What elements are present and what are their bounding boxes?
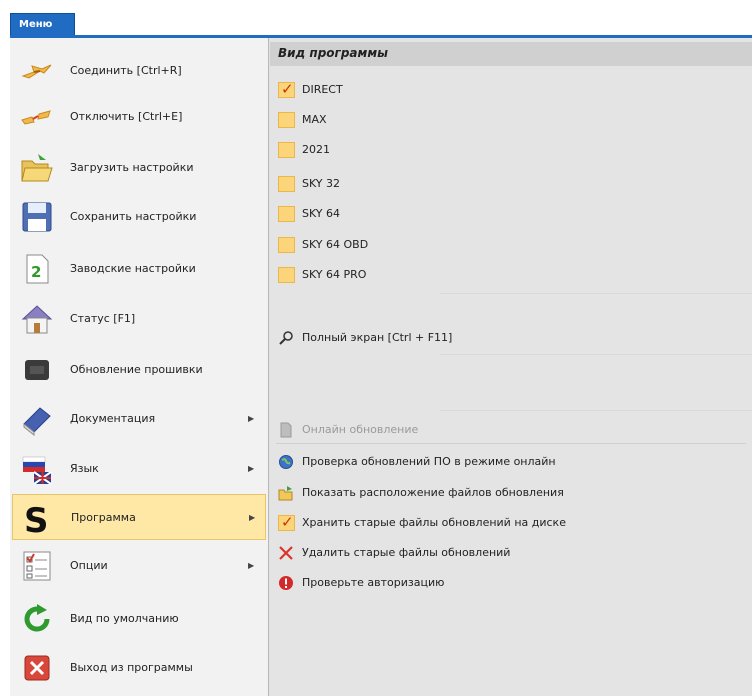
menu-item-label: Язык xyxy=(70,462,99,475)
online-update-item: Онлайн обновление xyxy=(276,418,746,442)
view-option-2021[interactable]: 2021 xyxy=(276,138,746,162)
reset-view-icon xyxy=(20,602,54,636)
checkbox xyxy=(278,206,295,222)
language-flags-icon xyxy=(20,452,54,486)
section-header-title: Вид программы xyxy=(278,46,388,60)
checkmark-icon: ✓ xyxy=(281,513,294,531)
separator xyxy=(276,443,746,444)
open-folder-icon xyxy=(20,151,54,185)
checkbox xyxy=(278,142,295,158)
checkbox xyxy=(278,267,295,283)
menu-item-language[interactable]: Язык ▶ xyxy=(12,446,266,492)
svg-text:2: 2 xyxy=(31,263,41,281)
menu-item-factory-settings[interactable]: 2 Заводские настройки xyxy=(12,246,266,292)
program-s-icon: S xyxy=(21,501,55,541)
red-x-icon xyxy=(278,545,294,561)
fullscreen-item[interactable]: Полный экран [Ctrl + F11] xyxy=(276,326,746,350)
check-updates-online-item[interactable]: Проверка обновлений ПО в режиме онлайн xyxy=(276,450,746,474)
globe-icon xyxy=(278,454,294,470)
menu-item-disconnect[interactable]: Отключить [Ctrl+E] xyxy=(12,94,266,140)
menu-item-default-view[interactable]: Вид по умолчанию xyxy=(12,596,266,642)
menu-item-program[interactable]: S Программа ▶ xyxy=(12,494,266,541)
magnifier-icon xyxy=(278,330,294,346)
menu-item-label: Соединить [Ctrl+R] xyxy=(70,64,182,77)
menu-item-label: Вид по умолчанию xyxy=(70,612,179,625)
menu-item-label: Загрузить настройки xyxy=(70,161,194,174)
menu-item-exit[interactable]: Выход из программы xyxy=(12,645,266,691)
exit-icon xyxy=(20,651,54,685)
menu-item-label: Отключить [Ctrl+E] xyxy=(70,110,183,123)
check-authorization-label: Проверьте авторизацию xyxy=(302,576,445,589)
home-icon xyxy=(20,302,54,336)
delete-old-updates-item[interactable]: Удалить старые файлы обновлений xyxy=(276,541,746,565)
menu-item-label: Документация xyxy=(70,412,156,425)
separator xyxy=(440,354,752,355)
menu-item-load-settings[interactable]: Загрузить настройки xyxy=(12,145,266,191)
separator xyxy=(440,410,752,411)
menu-item-options[interactable]: Опции ▶ xyxy=(12,543,266,589)
view-option-label: 2021 xyxy=(302,143,330,156)
checkbox: ✓ xyxy=(278,80,295,98)
menu-tab[interactable]: Меню xyxy=(10,13,75,35)
view-option-label: SKY 64 OBD xyxy=(302,238,369,251)
menu-item-label: Опции xyxy=(70,559,108,572)
document-icon xyxy=(278,422,294,438)
factory-reset-icon: 2 xyxy=(20,252,54,286)
menu-item-status[interactable]: Статус [F1] xyxy=(12,296,266,342)
menu-item-documentation[interactable]: Документация ▶ xyxy=(12,396,266,442)
alert-icon xyxy=(278,575,294,591)
view-option-label: SKY 64 xyxy=(302,207,341,220)
floppy-disk-icon xyxy=(20,200,54,234)
checkbox xyxy=(278,237,295,253)
checkbox xyxy=(278,112,295,128)
submenu-arrow-icon: ▶ xyxy=(249,513,256,522)
submenu-arrow-icon: ▶ xyxy=(248,561,255,570)
view-option-sky64-obd[interactable]: SKY 64 OBD xyxy=(276,233,746,257)
checkmark-icon: ✓ xyxy=(281,80,294,98)
menu-item-connect[interactable]: Соединить [Ctrl+R] xyxy=(12,48,266,94)
connect-plug-icon xyxy=(20,54,54,88)
menu-item-label: Обновление прошивки xyxy=(70,363,203,376)
view-option-max[interactable]: MAX xyxy=(276,108,746,132)
checkbox xyxy=(278,176,295,192)
menu-item-label: Выход из программы xyxy=(70,661,193,674)
keep-old-updates-label: Хранить старые файлы обновлений на диске xyxy=(302,516,566,529)
submenu-arrow-icon: ▶ xyxy=(248,464,255,473)
view-option-label: MAX xyxy=(302,113,327,126)
firmware-chip-icon xyxy=(20,353,54,387)
menu-item-firmware-update[interactable]: Обновление прошивки xyxy=(12,347,266,393)
check-authorization-item[interactable]: Проверьте авторизацию xyxy=(276,571,746,595)
view-option-sky64[interactable]: SKY 64 xyxy=(276,202,746,226)
menu-item-label: Сохранить настройки xyxy=(70,210,197,223)
book-icon xyxy=(20,402,54,437)
menu-item-label: Заводские настройки xyxy=(70,262,196,275)
view-option-label: DIRECT xyxy=(302,83,343,96)
right-panel xyxy=(270,38,752,696)
menu-item-label: Программа xyxy=(71,511,136,524)
view-option-sky32[interactable]: SKY 32 xyxy=(276,172,746,196)
fullscreen-label: Полный экран [Ctrl + F11] xyxy=(302,331,453,344)
separator xyxy=(440,293,752,294)
submenu-arrow-icon: ▶ xyxy=(248,414,255,423)
view-option-label: SKY 32 xyxy=(302,177,341,190)
section-header: Вид программы xyxy=(270,42,752,66)
top-strip xyxy=(0,0,752,10)
check-updates-label: Проверка обновлений ПО в режиме онлайн xyxy=(302,455,556,468)
view-option-sky64-pro[interactable]: SKY 64 PRO xyxy=(276,263,746,287)
view-option-direct[interactable]: ✓ DIRECT xyxy=(276,78,746,102)
delete-old-updates-label: Удалить старые файлы обновлений xyxy=(302,546,511,559)
view-option-label: SKY 64 PRO xyxy=(302,268,367,281)
online-update-label: Онлайн обновление xyxy=(302,423,419,436)
keep-old-updates-item[interactable]: ✓ Хранить старые файлы обновлений на дис… xyxy=(276,511,746,535)
menu-item-save-settings[interactable]: Сохранить настройки xyxy=(12,194,266,240)
disconnect-plug-icon xyxy=(20,100,54,134)
folder-arrow-icon xyxy=(278,485,294,501)
show-update-files-item[interactable]: Показать расположение файлов обновления xyxy=(276,481,746,505)
options-checklist-icon xyxy=(20,549,54,583)
menu-item-label: Статус [F1] xyxy=(70,312,136,325)
show-update-files-label: Показать расположение файлов обновления xyxy=(302,486,564,499)
checkbox: ✓ xyxy=(278,513,295,531)
svg-text:S: S xyxy=(24,501,49,535)
